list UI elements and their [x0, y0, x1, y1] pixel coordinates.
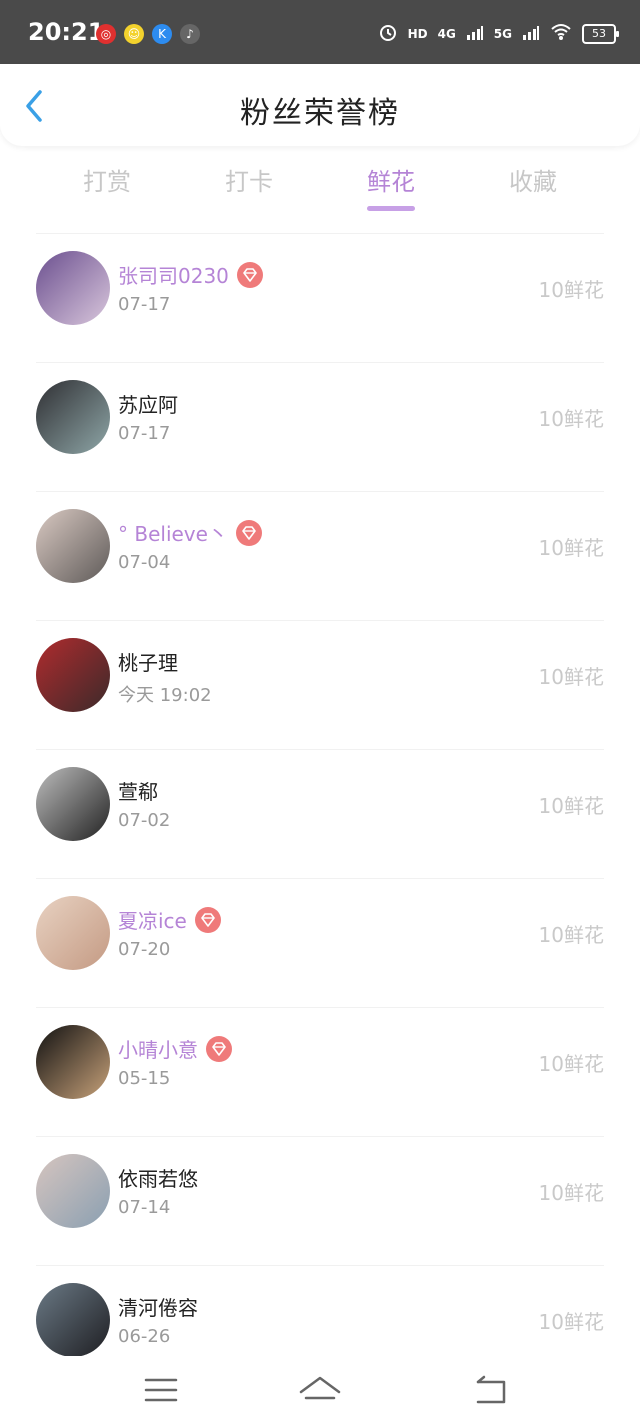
vip-diamond-icon: [206, 1035, 232, 1062]
smiley-app-icon: ☺: [124, 24, 144, 44]
sim2-network: 5G: [493, 27, 512, 41]
fan-date: 07-17: [118, 423, 171, 444]
tab-2[interactable]: 打卡: [178, 162, 320, 222]
list-item[interactable]: 萱郗 07-02 10鲜花: [36, 749, 604, 878]
tab-label: 打卡: [225, 168, 273, 196]
flower-count: 10鲜花: [538, 278, 604, 302]
back-icon: [476, 1375, 506, 1404]
fan-name: ° Believe丶: [118, 518, 262, 547]
notification-icons: ◎ ☺ K ♪: [96, 24, 200, 44]
flower-count: 10鲜花: [538, 536, 604, 560]
fan-name-text: 张司司0230: [118, 264, 229, 288]
back-nav-button[interactable]: [470, 1372, 514, 1408]
wifi-icon: [550, 23, 572, 45]
fan-name: 清河倦容: [118, 1292, 198, 1321]
vip-diamond-icon: [235, 519, 262, 546]
fan-date: 07-17: [118, 294, 171, 315]
netease-music-icon: ◎: [96, 24, 116, 44]
menu-icon: [144, 1378, 178, 1402]
avatar[interactable]: [36, 380, 110, 454]
tab-label: 鲜花: [367, 168, 415, 196]
flower-count: 10鲜花: [538, 407, 604, 431]
fan-name-text: 清河倦容: [118, 1296, 198, 1320]
fan-name: 依雨若悠: [118, 1163, 198, 1192]
tab-1[interactable]: 打赏: [36, 162, 178, 222]
signal-icon: [466, 24, 484, 44]
fan-name-text: 桃子理: [118, 651, 178, 675]
avatar[interactable]: [36, 509, 110, 583]
list-item[interactable]: 桃子理今天 19:02 10鲜花: [36, 620, 604, 749]
avatar[interactable]: [36, 638, 110, 712]
fan-name: 桃子理: [118, 647, 178, 676]
page-title: 粉丝荣誉榜: [240, 96, 400, 131]
list-item[interactable]: 依雨若悠 07-14 10鲜花: [36, 1136, 604, 1265]
list-item[interactable]: ° Believe丶 07-04 10鲜花: [36, 491, 604, 620]
system-icons: HD 4G 5G 53: [378, 22, 619, 46]
vip-diamond-icon: [236, 261, 263, 288]
music-note-icon: ♪: [180, 24, 200, 44]
fan-name-text: ° Believe丶: [118, 522, 228, 546]
fan-date: 今天 19:02: [118, 685, 212, 706]
active-tab-indicator: [367, 206, 415, 211]
alarm-icon: [378, 22, 398, 46]
avatar[interactable]: [36, 896, 110, 970]
k-app-icon: K: [152, 24, 172, 44]
fan-name: 夏凉ice: [118, 905, 221, 934]
avatar[interactable]: [36, 251, 110, 325]
fan-list: 张司司0230 07-17 10鲜花 苏应阿 07-17 10鲜花 ° Believe丶 07…: [0, 233, 640, 1394]
fan-date: 07-14: [118, 1197, 171, 1218]
tab-label: 打赏: [83, 168, 131, 196]
fan-date: 05-15: [118, 1068, 171, 1089]
flower-count: 10鲜花: [538, 923, 604, 947]
signal-icon-2: [522, 24, 540, 44]
flower-count: 10鲜花: [538, 665, 604, 689]
fan-date: 06-26: [118, 1326, 171, 1347]
home-button[interactable]: [298, 1372, 342, 1408]
flower-count: 10鲜花: [538, 1181, 604, 1205]
fan-date: 07-20: [118, 939, 171, 960]
tab-3[interactable]: 鲜花: [320, 162, 462, 222]
fan-name-text: 小晴小意: [118, 1038, 198, 1062]
fan-name: 萱郗: [118, 776, 158, 805]
flower-count: 10鲜花: [538, 1052, 604, 1076]
tab-bar: 打赏 打卡 鲜花 收藏: [36, 162, 604, 222]
list-item[interactable]: 小晴小意 05-15 10鲜花: [36, 1007, 604, 1136]
fan-date: 07-04: [118, 552, 171, 573]
status-time: 20:21: [28, 18, 105, 46]
sim1-network: 4G: [437, 27, 456, 41]
fan-name: 张司司0230: [118, 260, 263, 289]
avatar[interactable]: [36, 1154, 110, 1228]
tab-4[interactable]: 收藏: [462, 162, 604, 222]
fan-name-text: 苏应阿: [118, 393, 178, 417]
flower-count: 10鲜花: [538, 794, 604, 818]
home-icon: [299, 1376, 341, 1400]
fan-name-text: 依雨若悠: [118, 1167, 198, 1191]
fan-date: 07-02: [118, 810, 171, 831]
avatar[interactable]: [36, 1025, 110, 1099]
fan-name-text: 夏凉ice: [118, 909, 187, 933]
battery-icon: 53: [582, 24, 619, 44]
vip-diamond-icon: [194, 906, 221, 933]
avatar[interactable]: [36, 1283, 110, 1357]
tab-label: 收藏: [509, 168, 557, 196]
list-item[interactable]: 夏凉ice 07-20 10鲜花: [36, 878, 604, 1007]
flower-count: 10鲜花: [538, 1310, 604, 1334]
navigation-bar: [0, 1356, 640, 1427]
header: 粉丝荣誉榜: [0, 64, 640, 146]
fan-name: 苏应阿: [118, 389, 178, 418]
menu-button[interactable]: [139, 1372, 183, 1408]
avatar[interactable]: [36, 767, 110, 841]
list-item[interactable]: 苏应阿 07-17 10鲜花: [36, 362, 604, 491]
fan-name: 小晴小意: [118, 1034, 232, 1063]
list-item[interactable]: 张司司0230 07-17 10鲜花: [36, 233, 604, 362]
status-bar: 20:21 ◎ ☺ K ♪ HD 4G 5G 53: [0, 0, 640, 64]
fan-name-text: 萱郗: [118, 780, 158, 804]
hd-indicator: HD: [407, 27, 428, 41]
